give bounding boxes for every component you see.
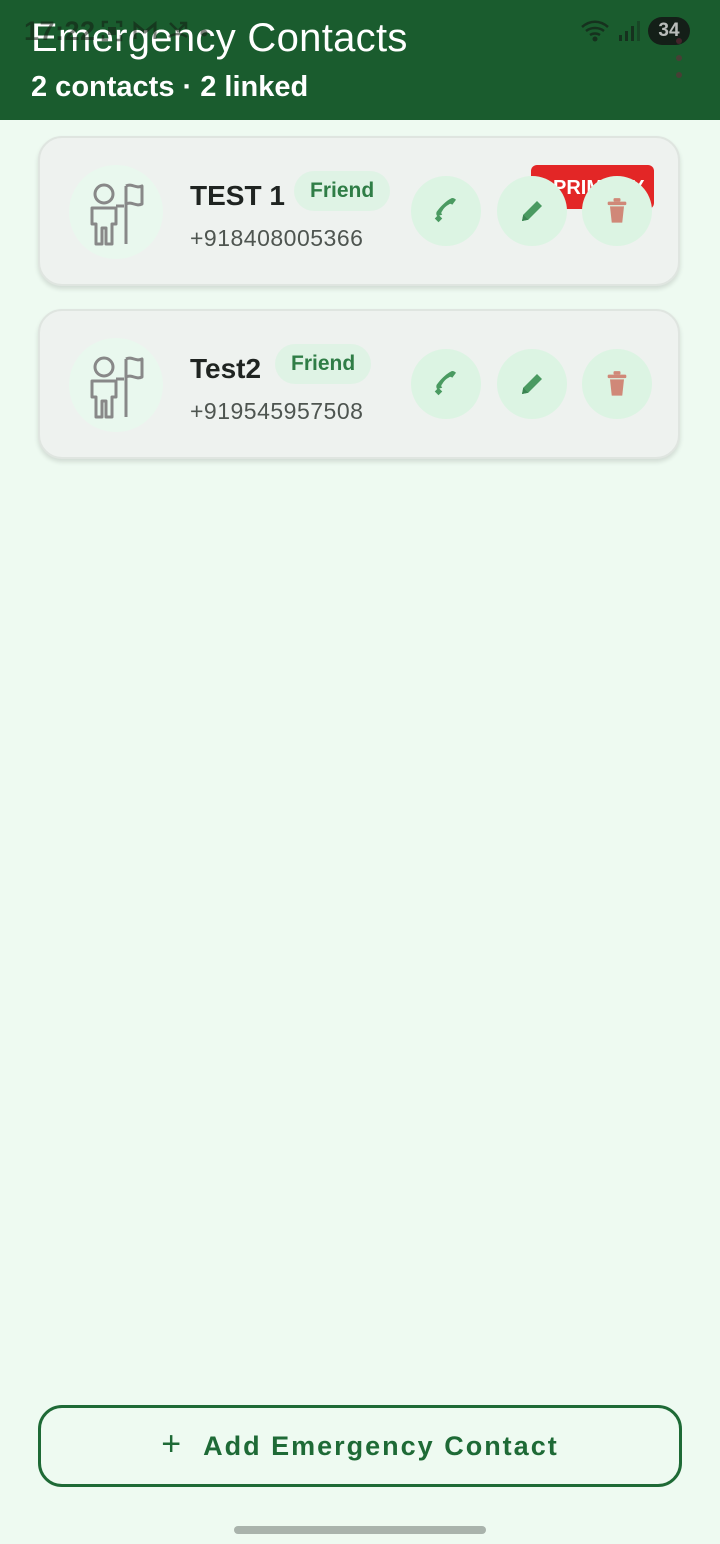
avatar — [69, 338, 163, 432]
edit-button[interactable] — [497, 176, 567, 246]
gmail-icon — [133, 20, 157, 39]
screenshot-icon — [101, 20, 123, 42]
delete-button[interactable] — [582, 349, 652, 419]
phone-icon — [434, 197, 456, 223]
trash-icon — [607, 198, 627, 223]
app-header: Emergency Contacts 2 contacts · 2 linked… — [0, 0, 720, 120]
overflow-menu-icon[interactable] — [674, 38, 684, 78]
delete-button[interactable] — [582, 176, 652, 246]
missed-call-icon — [168, 21, 188, 39]
contact-phone: +918408005366 — [190, 225, 364, 251]
add-button-label: Add Emergency Contact — [203, 1430, 559, 1461]
relation-badge: Friend — [275, 344, 372, 384]
edit-button[interactable] — [497, 349, 567, 419]
add-emergency-contact-button[interactable]: + Add Emergency Contact — [38, 1405, 682, 1487]
contact-card[interactable]: Test2 Friend +919545957508 — [38, 309, 680, 459]
gesture-nav-bar[interactable] — [234, 1526, 486, 1534]
status-time: 17:22 — [24, 16, 96, 46]
notification-icons — [100, 19, 210, 43]
phone-icon — [434, 370, 456, 396]
call-button[interactable] — [411, 349, 481, 419]
avatar — [69, 165, 163, 259]
pencil-icon — [522, 201, 542, 221]
page-subtitle: 2 contacts · 2 linked — [31, 71, 309, 103]
call-button[interactable] — [411, 176, 481, 246]
pencil-icon — [522, 374, 542, 394]
contact-name: Test2 — [190, 353, 262, 384]
plus-icon: + — [161, 1425, 182, 1463]
contact-card[interactable]: TEST 1 Friend +918408005366 PRIMARY — [38, 136, 680, 286]
status-bar: 17:22 34 — [0, 0, 720, 60]
wifi-icon — [581, 20, 609, 42]
contact-phone: +919545957508 — [190, 398, 364, 424]
person-flag-icon — [90, 356, 144, 419]
person-flag-icon — [90, 183, 144, 246]
dot-icon — [200, 29, 208, 37]
trash-icon — [607, 371, 627, 396]
signal-icon — [619, 21, 640, 41]
relation-badge: Friend — [294, 171, 391, 211]
contact-name: TEST 1 — [190, 180, 285, 211]
